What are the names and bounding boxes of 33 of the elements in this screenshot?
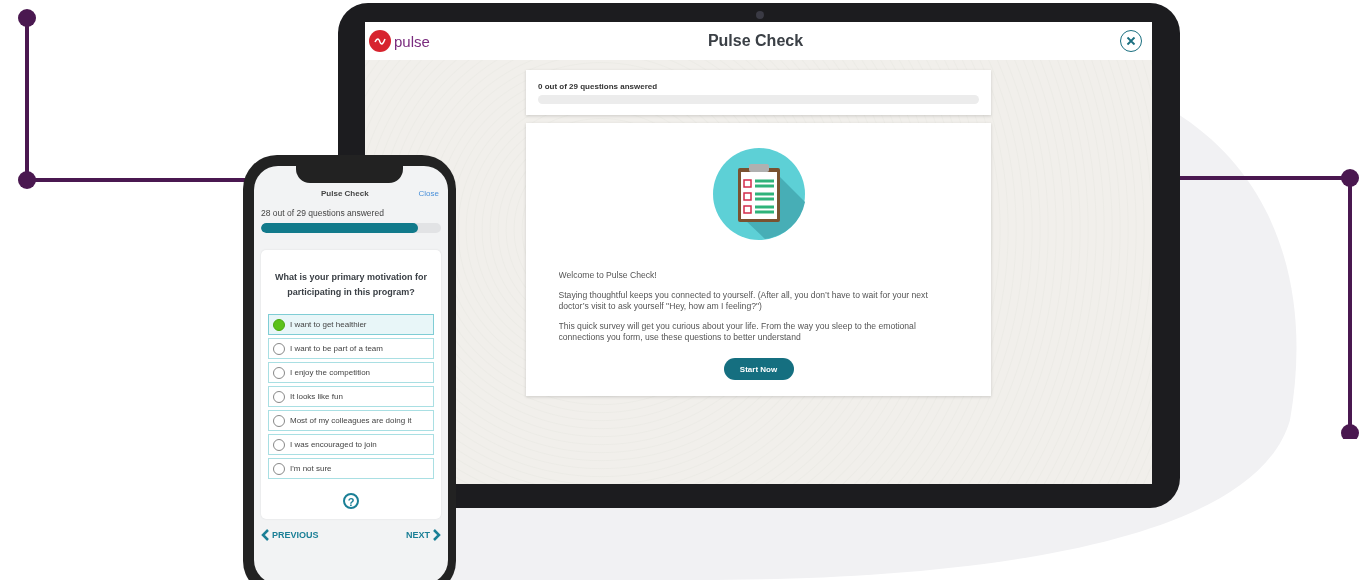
close-icon xyxy=(1120,30,1142,52)
answer-option[interactable]: I want to get healthier xyxy=(268,314,434,335)
radio-button[interactable] xyxy=(273,438,285,451)
start-now-button[interactable]: Start Now xyxy=(723,358,794,380)
intro-paragraph: Welcome to Pulse Check! xyxy=(558,270,658,281)
question-text: What is your primary motivation for participating in this program? xyxy=(274,271,428,299)
radio-button[interactable] xyxy=(273,318,285,331)
progress-label: 28 out of 29 questions answered xyxy=(261,208,385,218)
intro-paragraph: Staying thoughtful keeps you connected to yourself. (After all, you don’t have to wait for your next doctor’s visit to ask yourself "Hey, how am I feeling?") xyxy=(558,290,929,312)
clipboard-icon xyxy=(712,148,805,240)
radio-button[interactable] xyxy=(273,342,285,355)
answer-option[interactable]: I enjoy the competition xyxy=(268,362,434,383)
answer-option[interactable]: I was encouraged to join xyxy=(268,434,434,455)
logo-icon xyxy=(369,30,391,52)
radio-button[interactable] xyxy=(273,366,285,379)
progress-label: 0 out of 29 questions answered xyxy=(538,82,659,91)
help-button[interactable]: ? xyxy=(343,493,359,509)
radio-button[interactable] xyxy=(273,390,285,403)
answer-option[interactable]: I want to be part of a team xyxy=(268,338,434,359)
chevron-right-icon xyxy=(433,529,441,541)
answer-option[interactable]: I'm not sure xyxy=(268,458,434,479)
intro-paragraph: This quick survey will get you curious about your life. From the way you sleep to the emotional connections you form, use these questions to better understand xyxy=(558,321,917,343)
answer-option[interactable]: It looks like fun xyxy=(268,386,434,407)
page-title: Pulse Check xyxy=(707,32,804,50)
answer-option[interactable]: Most of my colleagues are doing it xyxy=(268,410,434,431)
logo-text: pulse xyxy=(394,32,430,50)
next-button[interactable]: NEXT xyxy=(406,529,441,541)
previous-button[interactable]: PREVIOUS xyxy=(261,529,319,541)
radio-button[interactable] xyxy=(273,462,285,475)
chevron-left-icon xyxy=(261,529,269,541)
screen-title: Pulse Check xyxy=(321,189,369,198)
radio-button[interactable] xyxy=(273,414,285,427)
camera-icon xyxy=(756,11,764,19)
